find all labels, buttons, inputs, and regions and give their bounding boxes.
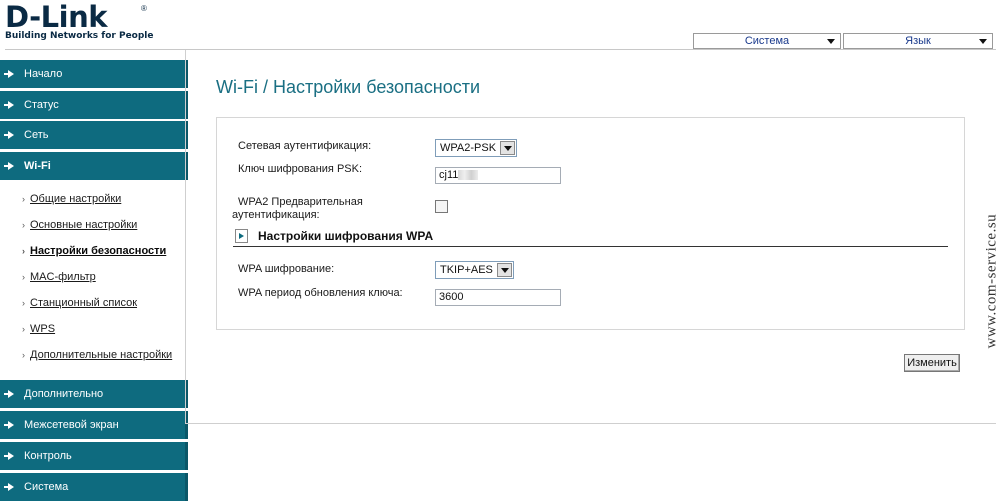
- sidebar-item-label: Дополнительно: [24, 388, 104, 400]
- arrow-right-icon: [4, 101, 14, 109]
- preauth-label-line1: WPA2 Предварительная: [238, 196, 363, 208]
- auth-select-value: WPA2-PSK: [440, 142, 497, 154]
- sidebar-item-label: Начало: [24, 68, 63, 80]
- sidebar-nav: Начало Статус Сеть Wi-Fi › Общие настройк…: [0, 50, 188, 503]
- arrow-right-icon: [4, 131, 14, 139]
- preauth-checkbox[interactable]: [435, 200, 448, 213]
- sidebar-subitem-mac-filter[interactable]: › MAC-фильтр: [22, 271, 96, 283]
- watermark-text: www.com-service.su: [983, 213, 996, 349]
- sidebar-item-control[interactable]: Контроль: [0, 442, 188, 470]
- arrow-right-icon: [4, 421, 14, 429]
- bullet-icon: ›: [22, 194, 25, 204]
- bullet-icon: ›: [22, 246, 25, 256]
- rekey-input[interactable]: 3600: [435, 289, 561, 306]
- arrow-right-icon: [4, 390, 14, 398]
- sidebar-item-label: Межсетевой экран: [24, 419, 119, 431]
- sidebar-subitem-label: Настройки безопасности: [30, 245, 167, 257]
- sidebar-subitem-advanced[interactable]: › Дополнительные настройки: [22, 349, 172, 361]
- cipher-label: WPA шифрование:: [238, 263, 335, 275]
- sidebar-subitem-label: WPS: [30, 323, 56, 335]
- bullet-icon: ›: [22, 272, 25, 282]
- watermark: www.com-service.su: [962, 180, 996, 349]
- auth-label: Сетевая аутентификация:: [238, 140, 372, 152]
- cipher-select[interactable]: TKIP+AES: [435, 261, 514, 279]
- sidebar-item-label: Контроль: [24, 450, 72, 462]
- logo-trademark: ®: [141, 4, 147, 13]
- sidebar-subitem-label: Дополнительные настройки: [30, 349, 173, 361]
- logo-tagline: Building Networks for People: [5, 31, 154, 41]
- sidebar-subitem-security[interactable]: › Настройки безопасности: [22, 245, 166, 257]
- system-menu-dropdown[interactable]: Система: [693, 33, 841, 49]
- sidebar-item-label: Статус: [24, 99, 59, 111]
- sidebar-subitem-label: Общие настройки: [30, 193, 122, 205]
- sidebar-subitem-label: Основные настройки: [30, 219, 138, 231]
- rekey-label: WPA период обновления ключа:: [238, 287, 403, 299]
- page-title: Wi-Fi / Настройки безопасности: [216, 77, 481, 97]
- section-arrow-icon: [235, 229, 248, 243]
- sidebar-subitem-station-list[interactable]: › Станционный список: [22, 297, 137, 309]
- sidebar-subitem-wps[interactable]: › WPS: [22, 323, 55, 335]
- redacted-text: [458, 170, 479, 181]
- sidebar-item-label: Система: [24, 481, 69, 493]
- sidebar-subitem-general[interactable]: › Общие настройки: [22, 193, 121, 205]
- sidebar-subitem-basic[interactable]: › Основные настройки: [22, 219, 137, 231]
- sidebar-item-advanced[interactable]: Дополнительно: [0, 380, 188, 408]
- sidebar-item-network[interactable]: Сеть: [0, 121, 188, 149]
- sidebar-subitem-label: MAC-фильтр: [30, 271, 96, 283]
- sidebar-subitem-label: Станционный список: [30, 297, 138, 309]
- chevron-down-icon: [500, 141, 515, 155]
- psk-input-value: cj11: [439, 169, 459, 181]
- system-menu-label: Система: [744, 35, 790, 47]
- sidebar-item-status[interactable]: Статус: [0, 91, 188, 119]
- sidebar-item-wifi[interactable]: Wi-Fi: [0, 152, 188, 180]
- sidebar-item-firewall[interactable]: Межсетевой экран: [0, 411, 188, 439]
- dlink-logo: D-Link ® Building Networks for People: [5, 2, 165, 42]
- chevron-down-icon: [827, 39, 835, 44]
- arrow-right-icon: [4, 452, 14, 460]
- sidebar-item-label: Wi-Fi: [24, 160, 51, 172]
- sidebar-item-system[interactable]: Система: [0, 473, 188, 501]
- preauth-label-line2: аутентификация:: [232, 209, 320, 221]
- chevron-down-icon: [497, 263, 512, 277]
- section-divider: [233, 246, 948, 247]
- bullet-icon: ›: [22, 298, 25, 308]
- cipher-select-value: TKIP+AES: [440, 264, 493, 276]
- bullet-icon: ›: [22, 220, 25, 230]
- psk-label: Ключ шифрования PSK:: [238, 163, 363, 175]
- language-menu-label: Язык: [905, 35, 931, 47]
- bullet-icon: ›: [22, 324, 25, 334]
- apply-button[interactable]: Изменить: [904, 354, 960, 372]
- sidebar-item-start[interactable]: Начало: [0, 60, 188, 88]
- language-menu-dropdown[interactable]: Язык: [843, 33, 993, 49]
- wpa-section-title: Настройки шифрования WPA: [258, 229, 434, 243]
- arrow-right-icon: [4, 70, 14, 78]
- arrow-right-icon: [4, 162, 14, 170]
- arrow-right-icon: [4, 483, 14, 491]
- bullet-icon: ›: [22, 350, 25, 360]
- psk-input[interactable]: cj11: [435, 167, 561, 184]
- rekey-input-value: 3600: [439, 291, 464, 303]
- auth-select[interactable]: WPA2-PSK: [435, 139, 517, 157]
- sidebar-item-label: Сеть: [24, 129, 49, 141]
- chevron-down-icon: [979, 39, 987, 44]
